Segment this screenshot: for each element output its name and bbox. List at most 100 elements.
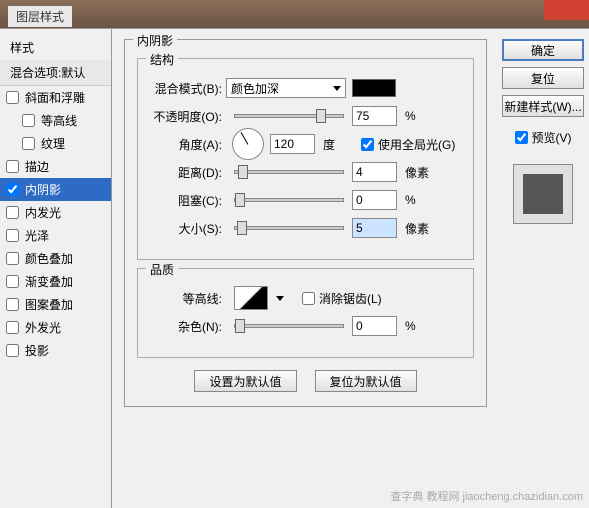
new-style-button[interactable]: 新建样式(W)...: [502, 95, 584, 117]
choke-input[interactable]: [352, 190, 397, 210]
opacity-input[interactable]: [352, 106, 397, 126]
watermark: 查字典 教程网 jiaocheng.chazidian.com: [390, 488, 583, 504]
distance-unit: 像素: [405, 164, 435, 181]
sidebar-item-label: 等高线: [41, 112, 77, 129]
preview-label: 预览(V): [532, 129, 572, 146]
sidebar-item-5[interactable]: 内发光: [0, 201, 111, 224]
sidebar-item-label: 图案叠加: [25, 296, 73, 313]
preview-checkbox[interactable]: 预览(V): [515, 129, 572, 146]
noise-input[interactable]: [352, 316, 397, 336]
shadow-color-swatch[interactable]: [352, 79, 396, 97]
size-label: 大小(S):: [148, 220, 226, 237]
sidebar-item-10[interactable]: 外发光: [0, 316, 111, 339]
style-checkbox[interactable]: [6, 321, 19, 334]
cancel-button[interactable]: 复位: [502, 67, 584, 89]
distance-slider[interactable]: [234, 170, 344, 174]
angle-unit: 度: [323, 136, 353, 153]
sidebar-item-label: 外发光: [25, 319, 61, 336]
preview-cb-input[interactable]: [515, 131, 528, 144]
structure-title: 结构: [146, 51, 178, 68]
distance-input[interactable]: [352, 162, 397, 182]
blend-mode-label: 混合模式(B):: [148, 80, 226, 97]
style-checkbox[interactable]: [6, 344, 19, 357]
sidebar-item-label: 颜色叠加: [25, 250, 73, 267]
sidebar-item-label: 纹理: [41, 135, 65, 152]
size-slider[interactable]: [234, 226, 344, 230]
choke-unit: %: [405, 193, 435, 207]
window-title: 图层样式: [8, 6, 72, 27]
noise-slider[interactable]: [234, 324, 344, 328]
contour-label: 等高线:: [148, 290, 226, 307]
style-checkbox[interactable]: [6, 275, 19, 288]
blend-mode-value: 颜色加深: [231, 80, 279, 97]
sidebar-item-3[interactable]: 描边: [0, 155, 111, 178]
choke-label: 阻塞(C):: [148, 192, 226, 209]
blend-options-header[interactable]: 混合选项:默认: [0, 60, 111, 86]
style-checkbox[interactable]: [22, 114, 35, 127]
style-checkbox[interactable]: [6, 252, 19, 265]
sidebar-item-1[interactable]: 等高线: [0, 109, 111, 132]
ok-button[interactable]: 确定: [502, 39, 584, 61]
preview-box: [513, 164, 573, 224]
preview-swatch: [523, 174, 563, 214]
sidebar-item-label: 斜面和浮雕: [25, 89, 85, 106]
opacity-slider[interactable]: [234, 114, 344, 118]
effect-title: 内阴影: [133, 32, 177, 49]
antialiased-checkbox[interactable]: 消除锯齿(L): [302, 290, 382, 307]
opacity-unit: %: [405, 109, 435, 123]
sidebar-item-label: 内阴影: [25, 181, 61, 198]
right-column: 确定 复位 新建样式(W)... 预览(V): [499, 29, 589, 508]
chevron-down-icon: [333, 86, 341, 91]
style-checkbox[interactable]: [6, 229, 19, 242]
global-light-cb-input[interactable]: [361, 138, 374, 151]
sidebar-item-4[interactable]: 内阴影: [0, 178, 111, 201]
angle-input[interactable]: [270, 134, 315, 154]
distance-label: 距离(D):: [148, 164, 226, 181]
choke-slider[interactable]: [234, 198, 344, 202]
sidebar-item-label: 内发光: [25, 204, 61, 221]
style-checkbox[interactable]: [22, 137, 35, 150]
styles-sidebar: 样式 混合选项:默认 斜面和浮雕等高线纹理描边内阴影内发光光泽颜色叠加渐变叠加图…: [0, 29, 112, 508]
quality-title: 品质: [146, 261, 178, 278]
noise-unit: %: [405, 319, 435, 333]
sidebar-item-9[interactable]: 图案叠加: [0, 293, 111, 316]
size-input[interactable]: [352, 218, 397, 238]
make-default-button[interactable]: 设置为默认值: [194, 370, 296, 392]
main-area: 样式 混合选项:默认 斜面和浮雕等高线纹理描边内阴影内发光光泽颜色叠加渐变叠加图…: [0, 28, 589, 508]
structure-fieldset: 结构 混合模式(B): 颜色加深 不透明度(O): % 角度(A: [137, 58, 474, 260]
global-light-checkbox[interactable]: 使用全局光(G): [361, 136, 455, 153]
style-checkbox[interactable]: [6, 183, 19, 196]
sidebar-item-label: 描边: [25, 158, 49, 175]
contour-picker[interactable]: [234, 286, 268, 310]
sidebar-header: 样式: [0, 35, 111, 60]
content-panel: 内阴影 结构 混合模式(B): 颜色加深 不透明度(O): %: [112, 29, 499, 508]
size-unit: 像素: [405, 220, 435, 237]
style-checkbox[interactable]: [6, 298, 19, 311]
antialiased-label: 消除锯齿(L): [319, 290, 382, 307]
chevron-down-icon[interactable]: [276, 296, 284, 301]
sidebar-item-0[interactable]: 斜面和浮雕: [0, 86, 111, 109]
opacity-label: 不透明度(O):: [148, 108, 226, 125]
sidebar-item-8[interactable]: 渐变叠加: [0, 270, 111, 293]
close-button[interactable]: [544, 0, 589, 20]
blend-mode-select[interactable]: 颜色加深: [226, 78, 346, 98]
sidebar-item-2[interactable]: 纹理: [0, 132, 111, 155]
quality-fieldset: 品质 等高线: 消除锯齿(L) 杂色(N): %: [137, 268, 474, 358]
sidebar-item-11[interactable]: 投影: [0, 339, 111, 362]
sidebar-item-7[interactable]: 颜色叠加: [0, 247, 111, 270]
style-checkbox[interactable]: [6, 160, 19, 173]
effect-fieldset: 内阴影 结构 混合模式(B): 颜色加深 不透明度(O): %: [124, 39, 487, 407]
style-checkbox[interactable]: [6, 91, 19, 104]
noise-label: 杂色(N):: [148, 318, 226, 335]
style-checkbox[interactable]: [6, 206, 19, 219]
reset-default-button[interactable]: 复位为默认值: [315, 370, 417, 392]
sidebar-item-label: 渐变叠加: [25, 273, 73, 290]
sidebar-item-label: 光泽: [25, 227, 49, 244]
sidebar-item-6[interactable]: 光泽: [0, 224, 111, 247]
angle-label: 角度(A):: [148, 136, 226, 153]
global-light-label: 使用全局光(G): [378, 136, 455, 153]
sidebar-item-label: 投影: [25, 342, 49, 359]
titlebar: 图层样式: [0, 0, 589, 28]
antialiased-cb-input[interactable]: [302, 292, 315, 305]
angle-dial[interactable]: [232, 128, 264, 160]
